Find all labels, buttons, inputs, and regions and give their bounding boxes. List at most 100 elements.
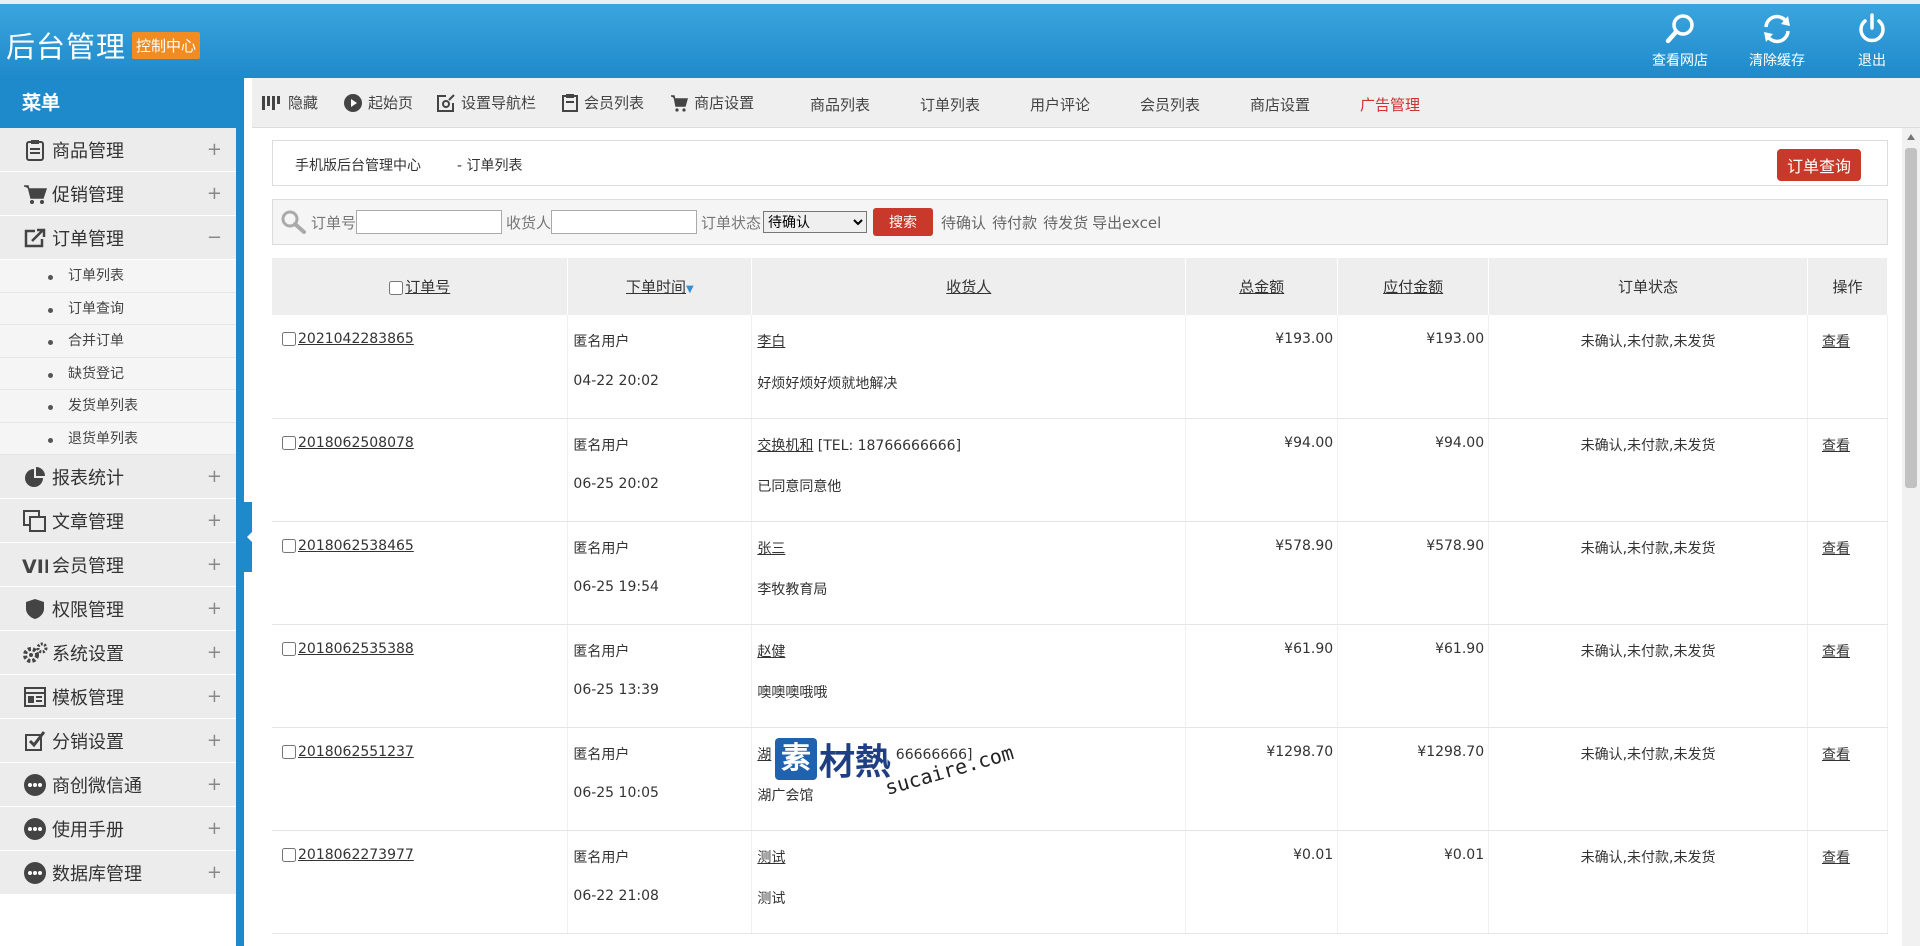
- member-list-button[interactable]: 会员列表: [562, 92, 644, 113]
- breadcrumb-root[interactable]: 手机版后台管理中心: [295, 155, 421, 175]
- sort-order-no[interactable]: 订单号: [405, 278, 450, 296]
- consignee-link[interactable]: 测试: [757, 850, 785, 866]
- buyer-name: 匿名用户: [567, 830, 753, 882]
- expand-icon[interactable]: +: [207, 774, 222, 795]
- brand: 后台管理 控制中心: [6, 24, 201, 66]
- sidebar-item-database[interactable]: 数据库管理 +: [0, 851, 236, 895]
- total-amount: ¥94.00: [1185, 418, 1339, 470]
- order-no-link[interactable]: 2018062535388: [298, 641, 414, 657]
- sort-time[interactable]: 下单时间: [626, 278, 686, 296]
- select-all-checkbox[interactable]: [389, 280, 404, 295]
- sidebar-item-promotions[interactable]: 促销管理 +: [0, 172, 236, 216]
- expand-icon[interactable]: +: [207, 862, 222, 883]
- expand-icon[interactable]: +: [207, 183, 222, 204]
- expand-icon[interactable]: +: [207, 642, 222, 663]
- shop-settings-button[interactable]: 商店设置: [670, 92, 754, 113]
- total-amount: ¥61.90: [1185, 624, 1339, 676]
- clear-cache-label: 清除缓存: [1749, 53, 1805, 69]
- nav-settings-button[interactable]: 设置导航栏: [437, 92, 536, 113]
- sort-payable[interactable]: 应付金额: [1383, 278, 1443, 296]
- view-link[interactable]: 查看: [1822, 850, 1850, 866]
- consignee-link[interactable]: 交换机和: [757, 438, 813, 454]
- submenu-return-list[interactable]: 退货单列表: [0, 423, 236, 455]
- order-status: 未确认,未付款,未发货: [1488, 624, 1808, 676]
- view-link[interactable]: 查看: [1822, 541, 1850, 557]
- quick-filter-unpaid[interactable]: 待付款: [992, 212, 1037, 233]
- scroll-up-arrow-icon[interactable]: [1907, 134, 1915, 140]
- order-no-link[interactable]: 2018062551237: [298, 744, 414, 760]
- hide-button[interactable]: 隐藏: [262, 92, 318, 113]
- sort-total[interactable]: 总金额: [1239, 278, 1284, 296]
- view-shop-button[interactable]: 查看网店: [1640, 12, 1720, 70]
- consignee-link[interactable]: 湖: [757, 747, 771, 763]
- sidebar-item-distribution[interactable]: 分销设置 +: [0, 719, 236, 763]
- row-checkbox[interactable]: [282, 332, 296, 346]
- nav-link-user-comments[interactable]: 用户评论: [1030, 94, 1090, 115]
- nav-link-order-list[interactable]: 订单列表: [920, 94, 980, 115]
- sort-consignee[interactable]: 收货人: [946, 278, 991, 296]
- home-button[interactable]: 起始页: [344, 92, 413, 113]
- submenu-label: 订单查询: [68, 300, 124, 317]
- row-checkbox[interactable]: [282, 641, 296, 656]
- consignee-link[interactable]: 李白: [757, 334, 785, 350]
- submenu-order-query[interactable]: 订单查询: [0, 293, 236, 325]
- sidebar-item-system-settings[interactable]: 系统设置 +: [0, 631, 236, 675]
- nav-link-ad-management[interactable]: 广告管理: [1360, 94, 1420, 115]
- vertical-scrollbar[interactable]: [1902, 128, 1920, 946]
- collapse-icon[interactable]: −: [207, 227, 222, 248]
- submenu-out-of-stock[interactable]: 缺货登记: [0, 358, 236, 390]
- order-no-input[interactable]: [356, 210, 503, 234]
- row-checkbox[interactable]: [282, 538, 296, 553]
- consignee-input[interactable]: [551, 210, 698, 234]
- consignee-label: 收货人: [506, 213, 552, 232]
- expand-icon[interactable]: +: [207, 510, 222, 531]
- gears-icon: [22, 640, 48, 666]
- sidebar-item-members[interactable]: VIP 会员管理 +: [0, 543, 236, 587]
- clear-cache-button[interactable]: 清除缓存: [1737, 12, 1817, 70]
- sidebar-item-permissions[interactable]: 权限管理 +: [0, 587, 236, 631]
- nav-link-shop-settings[interactable]: 商店设置: [1250, 94, 1310, 115]
- scroll-thumb[interactable]: [1905, 148, 1917, 488]
- export-excel-link[interactable]: 导出excel: [1092, 212, 1161, 233]
- sidebar-item-reports[interactable]: 报表统计 +: [0, 455, 236, 499]
- sidebar-item-orders[interactable]: 订单管理 −: [0, 216, 236, 260]
- search-button[interactable]: 搜索: [873, 208, 934, 236]
- expand-icon[interactable]: +: [207, 466, 222, 487]
- submenu-delivery-list[interactable]: 发货单列表: [0, 390, 236, 423]
- expand-icon[interactable]: +: [207, 554, 222, 575]
- quick-filter-unconfirmed[interactable]: 待确认: [941, 212, 986, 233]
- view-link[interactable]: 查看: [1822, 747, 1850, 763]
- order-query-button[interactable]: 订单查询: [1776, 149, 1861, 181]
- table-row: 2018062551237 匿名用户 湖 66666666] ¥1298.70 …: [272, 727, 1889, 779]
- order-no-link[interactable]: 2021042283865: [298, 331, 414, 347]
- expand-icon[interactable]: +: [207, 730, 222, 751]
- logout-button[interactable]: 退出: [1832, 12, 1912, 70]
- row-checkbox[interactable]: [282, 744, 296, 759]
- status-select[interactable]: 待确认: [763, 211, 868, 233]
- order-no-link[interactable]: 2018062538465: [298, 538, 414, 554]
- quick-filter-unshipped[interactable]: 待发货: [1043, 212, 1088, 233]
- view-link[interactable]: 查看: [1822, 438, 1850, 454]
- order-no-link[interactable]: 2018062508078: [298, 435, 414, 451]
- expand-icon[interactable]: +: [207, 139, 222, 160]
- consignee-link[interactable]: 张三: [757, 541, 785, 557]
- consignee-link[interactable]: 赵健: [757, 644, 785, 660]
- nav-link-member-list[interactable]: 会员列表: [1140, 94, 1200, 115]
- expand-icon[interactable]: +: [207, 686, 222, 707]
- row-checkbox[interactable]: [282, 435, 296, 450]
- sidebar-item-articles[interactable]: 文章管理 +: [0, 499, 236, 543]
- view-link[interactable]: 查看: [1822, 644, 1850, 660]
- nav-link-product-list[interactable]: 商品列表: [810, 94, 870, 115]
- submenu-merge-orders[interactable]: 合并订单: [0, 325, 236, 358]
- view-link[interactable]: 查看: [1822, 334, 1850, 350]
- sidebar-item-templates[interactable]: 模板管理 +: [0, 675, 236, 719]
- row-checkbox[interactable]: [282, 847, 296, 862]
- expand-icon[interactable]: +: [207, 818, 222, 839]
- sidebar-item-manual[interactable]: 使用手册 +: [0, 807, 236, 851]
- sidebar-item-wechat[interactable]: 商创微信通 +: [0, 763, 236, 807]
- sidebar-item-products[interactable]: 商品管理 +: [0, 128, 236, 172]
- expand-icon[interactable]: +: [207, 598, 222, 619]
- order-no-link[interactable]: 2018062273977: [298, 847, 414, 863]
- submenu-order-list[interactable]: 订单列表: [0, 260, 236, 293]
- order-time: 04-22 20:02: [567, 367, 753, 419]
